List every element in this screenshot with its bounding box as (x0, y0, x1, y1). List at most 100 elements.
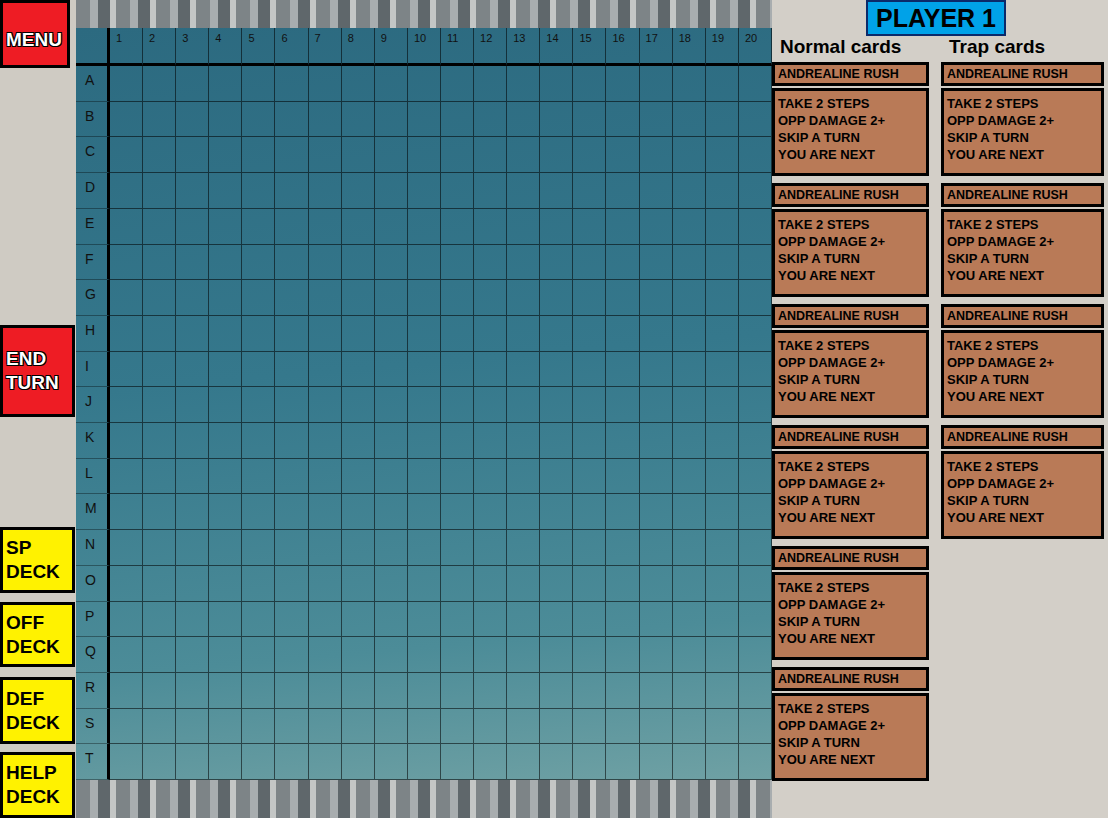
board-cell[interactable] (507, 102, 540, 138)
board-cell[interactable] (673, 245, 706, 281)
board-cell[interactable] (474, 602, 507, 638)
board-cell[interactable] (441, 709, 474, 745)
board-cell[interactable] (209, 316, 242, 352)
board-cell[interactable] (540, 173, 573, 209)
board-cell[interactable] (375, 530, 408, 566)
board-cell[interactable] (739, 494, 772, 530)
board-cell[interactable] (408, 423, 441, 459)
board-cell[interactable] (143, 209, 176, 245)
card[interactable]: ANDREALINE RUSH TAKE 2 STEPSOPP DAMAGE 2… (772, 546, 929, 660)
card[interactable]: ANDREALINE RUSH TAKE 2 STEPSOPP DAMAGE 2… (772, 304, 929, 418)
board-cell[interactable] (110, 209, 143, 245)
board-cell[interactable] (441, 744, 474, 780)
board-cell[interactable] (739, 744, 772, 780)
board-cell[interactable] (242, 66, 275, 102)
board-cell[interactable] (606, 494, 639, 530)
sidebar-button[interactable]: MENU (0, 0, 70, 68)
board-cell[interactable] (143, 423, 176, 459)
board-cell[interactable] (640, 709, 673, 745)
board-cell[interactable] (507, 744, 540, 780)
board-cell[interactable] (739, 673, 772, 709)
board-cell[interactable] (342, 173, 375, 209)
board-cell[interactable] (673, 387, 706, 423)
board-cell[interactable] (110, 459, 143, 495)
board-cell[interactable] (474, 352, 507, 388)
board-cell[interactable] (573, 387, 606, 423)
board-cell[interactable] (375, 245, 408, 281)
board-cell[interactable] (143, 566, 176, 602)
board-cell[interactable] (242, 566, 275, 602)
board-cell[interactable] (275, 637, 308, 673)
board-cell[interactable] (640, 352, 673, 388)
board-cell[interactable] (309, 494, 342, 530)
board-cell[interactable] (110, 423, 143, 459)
board-cell[interactable] (275, 280, 308, 316)
board-cell[interactable] (573, 316, 606, 352)
card[interactable]: ANDREALINE RUSH TAKE 2 STEPSOPP DAMAGE 2… (941, 425, 1104, 539)
board-cell[interactable] (540, 566, 573, 602)
board-cell[interactable] (739, 209, 772, 245)
board-cell[interactable] (441, 459, 474, 495)
board-cell[interactable] (342, 66, 375, 102)
board-cell[interactable] (640, 316, 673, 352)
board-cell[interactable] (342, 316, 375, 352)
board-cell[interactable] (474, 387, 507, 423)
board-cell[interactable] (640, 459, 673, 495)
board-cell[interactable] (706, 494, 739, 530)
board-cell[interactable] (739, 387, 772, 423)
board-cell[interactable] (441, 673, 474, 709)
board-cell[interactable] (441, 245, 474, 281)
board-cell[interactable] (706, 102, 739, 138)
board-cell[interactable] (342, 709, 375, 745)
board-cell[interactable] (606, 245, 639, 281)
board-cell[interactable] (143, 494, 176, 530)
board-cell[interactable] (408, 530, 441, 566)
board-cell[interactable] (573, 744, 606, 780)
board-cell[interactable] (143, 137, 176, 173)
board-cell[interactable] (673, 102, 706, 138)
board-cell[interactable] (606, 209, 639, 245)
board-cell[interactable] (441, 352, 474, 388)
board-cell[interactable] (606, 66, 639, 102)
board-cell[interactable] (474, 280, 507, 316)
board-cell[interactable] (275, 316, 308, 352)
board-cell[interactable] (309, 566, 342, 602)
board-cell[interactable] (507, 280, 540, 316)
board-cell[interactable] (640, 566, 673, 602)
board-cell[interactable] (209, 459, 242, 495)
board-cell[interactable] (573, 102, 606, 138)
board-cell[interactable] (342, 352, 375, 388)
board-cell[interactable] (507, 494, 540, 530)
board-cell[interactable] (540, 709, 573, 745)
board-cell[interactable] (176, 352, 209, 388)
board-cell[interactable] (474, 494, 507, 530)
board-cell[interactable] (275, 566, 308, 602)
board-cell[interactable] (673, 530, 706, 566)
board-cell[interactable] (242, 673, 275, 709)
board-cell[interactable] (606, 173, 639, 209)
board-cell[interactable] (375, 637, 408, 673)
board-cell[interactable] (375, 709, 408, 745)
board-cell[interactable] (176, 530, 209, 566)
board-cell[interactable] (441, 316, 474, 352)
board-cell[interactable] (408, 280, 441, 316)
board-cell[interactable] (309, 637, 342, 673)
board-cell[interactable] (275, 530, 308, 566)
board-cell[interactable] (143, 102, 176, 138)
board-cell[interactable] (176, 494, 209, 530)
board-cell[interactable] (242, 387, 275, 423)
board-cell[interactable] (209, 673, 242, 709)
board-cell[interactable] (673, 459, 706, 495)
board-cell[interactable] (110, 316, 143, 352)
board-cell[interactable] (573, 66, 606, 102)
board-cell[interactable] (441, 423, 474, 459)
board-cell[interactable] (176, 709, 209, 745)
board-cell[interactable] (275, 66, 308, 102)
board-cell[interactable] (673, 494, 706, 530)
board-cell[interactable] (673, 316, 706, 352)
board-cell[interactable] (474, 102, 507, 138)
board-cell[interactable] (474, 459, 507, 495)
board-cell[interactable] (706, 66, 739, 102)
board-cell[interactable] (673, 423, 706, 459)
board-cell[interactable] (540, 209, 573, 245)
